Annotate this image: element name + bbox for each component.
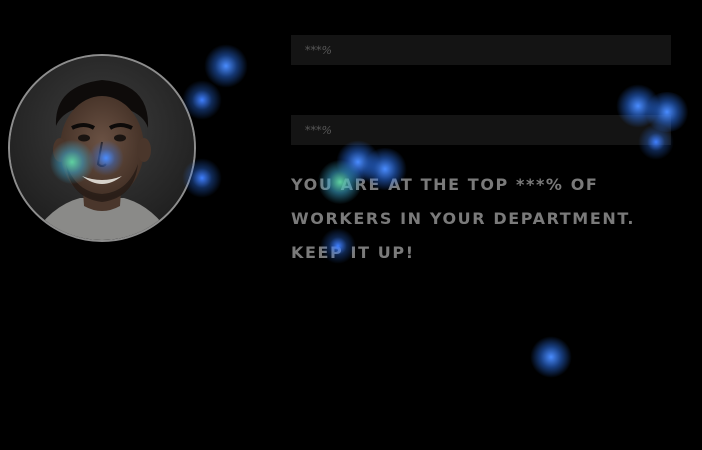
percentage-field-2-text: ***% <box>305 123 332 137</box>
percentage-field-1[interactable]: ***% <box>291 35 671 65</box>
percentage-field-1-text: ***% <box>305 43 332 57</box>
person-portrait-icon <box>10 56 194 240</box>
heat-spot <box>530 336 572 378</box>
ranking-message: YOU ARE AT THE TOP ***% OF WORKERS IN YO… <box>291 175 636 262</box>
percentage-field-2[interactable]: ***% <box>291 115 671 145</box>
profile-avatar <box>8 54 196 242</box>
screen: ***% ***% YOU ARE AT THE TOP ***% OF WOR… <box>0 0 702 450</box>
heat-spot <box>204 44 248 88</box>
